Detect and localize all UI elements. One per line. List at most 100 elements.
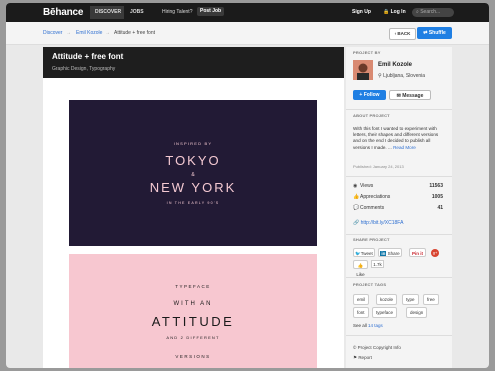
tag[interactable]: type (402, 294, 419, 305)
project-image-attitude[interactable]: TYPEFACE WITH AN ATTITUDE AND 2 DIFFEREN… (69, 254, 317, 368)
post-job-button[interactable]: Post Job (197, 7, 225, 16)
artwork-line-3: ATTITUDE (152, 314, 235, 329)
artwork-line-1: TYPEFACE (175, 284, 211, 289)
copyright-icon: © (353, 345, 357, 350)
plus-icon: + (359, 92, 363, 98)
linkedin-share-button[interactable]: in Share (378, 248, 402, 257)
artwork-line-3: & (191, 172, 195, 178)
copyright-label: Project Copyright Info (357, 345, 401, 350)
short-link-text: http://bit.ly/XC18FA (360, 220, 404, 226)
read-more-link[interactable]: Read More (393, 145, 416, 150)
thumb-icon: 👍 (353, 194, 360, 200)
project-header: Attitude + free font Graphic Design, Typ… (43, 47, 344, 78)
artwork-line-4: AND 2 DIFFERENT (166, 335, 219, 340)
google-plus-icon[interactable]: g+ (431, 249, 439, 257)
like-icon: 👍 (357, 263, 364, 268)
report-link[interactable]: ⚑ Report (353, 355, 372, 361)
location-text: Ljubljana, Slovenia (383, 73, 426, 79)
author-name[interactable]: Emil Kozole (378, 62, 412, 68)
project-subbar: Discover → Emil Kozole → Attitude + free… (6, 22, 489, 45)
log-in-link[interactable]: 🔒 Log In (383, 9, 406, 15)
divider (346, 234, 452, 235)
tweet-button[interactable]: 🐦Tweet (353, 248, 375, 257)
screen-background: Bēhance DISCOVER JOBS Hiring Talent? Pos… (0, 0, 495, 371)
search-input[interactable]: ⌕ Search... (412, 8, 454, 17)
tag[interactable]: kozole (376, 294, 398, 305)
short-link[interactable]: 🔗 http://bit.ly/XC18FA (353, 220, 403, 226)
artwork-line-5: IN THE EARLY 90'S (167, 201, 220, 205)
tag[interactable]: free (423, 294, 439, 305)
tag[interactable]: font (353, 307, 369, 318)
stat-label: Views (360, 183, 374, 189)
see-all-prefix: See all (353, 323, 367, 328)
avatar-image (353, 60, 373, 80)
tag[interactable]: typeface (372, 307, 398, 318)
back-arrow-icon: ‹ (394, 31, 397, 36)
envelope-icon: ✉ (396, 93, 401, 99)
follow-button[interactable]: + Follow (353, 90, 386, 100)
see-all-tags-link[interactable]: 14 tags (368, 323, 383, 328)
shuffle-button[interactable]: ⇄ Shuffle (417, 27, 452, 39)
stat-views: ◉ Views 11563 (353, 183, 443, 189)
tweet-label: Tweet (360, 251, 373, 256)
sign-up-link[interactable]: Sign Up (352, 9, 371, 15)
pinterest-button[interactable]: Pin it (409, 248, 426, 257)
breadcrumb-current: Attitude + free font (114, 30, 155, 36)
see-all-tags: See all 14 tags (353, 323, 383, 328)
search-placeholder: Search... (420, 9, 441, 15)
like-count: 1.7k (371, 260, 384, 268)
stat-label: Appreciations (360, 194, 391, 200)
project-sidebar: PROJECT BY Emil Kozole ⚲ Ljubljana, Slov… (346, 47, 452, 368)
tag[interactable]: design (406, 307, 428, 318)
artwork-line-2: TOKYO (165, 153, 220, 168)
stat-label: Comments (360, 205, 385, 211)
facebook-like-button[interactable]: 👍Like (353, 260, 368, 277)
stat-value: 11563 (429, 183, 443, 189)
project-by-label: PROJECT BY (353, 50, 381, 55)
report-label: Report (358, 355, 372, 360)
project-title: Attitude + free font (52, 52, 124, 61)
artwork-line-2: WITH AN (174, 301, 213, 307)
hiring-talent-label: Hiring Talent? (162, 9, 193, 15)
project-content: Attitude + free font Graphic Design, Typ… (43, 47, 344, 368)
published-date: Published: January 24, 2013 (353, 164, 404, 169)
linkedin-icon: in (380, 251, 387, 256)
stat-value: 1005 (431, 194, 443, 200)
project-tags-label: PROJECT TAGS (353, 282, 387, 287)
log-in-label: Log In (390, 9, 406, 15)
tag[interactable]: emil (353, 294, 370, 305)
divider (346, 176, 452, 177)
link-icon: 🔗 (353, 220, 360, 226)
breadcrumb-separator: → (105, 30, 110, 36)
about-project-text: With this font I wanted to experiment wi… (353, 126, 445, 151)
artwork-line-5: VERSIONS (175, 354, 210, 359)
breadcrumb-author[interactable]: Emil Kozole (76, 30, 102, 36)
artwork-line-1: INSPIRED BY (174, 141, 213, 146)
message-button[interactable]: ✉ Message (389, 90, 431, 100)
stat-appreciations: 👍Appreciations 1005 (353, 194, 443, 200)
message-label: Message (402, 93, 424, 99)
breadcrumb-separator: → (66, 30, 71, 36)
breadcrumb-discover[interactable]: Discover (43, 30, 62, 36)
project-image-tokyo[interactable]: INSPIRED BY TOKYO & NEW YORK IN THE EARL… (69, 100, 317, 246)
share-label: Share (387, 251, 400, 256)
behance-logo[interactable]: Bēhance (43, 7, 83, 18)
shuffle-icon: ⇄ (423, 30, 428, 36)
nav-discover[interactable]: DISCOVER (95, 9, 121, 15)
copyright-info-link[interactable]: © Project Copyright Info (353, 345, 401, 350)
follow-label: Follow (363, 92, 380, 98)
avatar[interactable] (353, 60, 373, 80)
comment-icon: 💬 (353, 205, 360, 211)
share-project-label: SHARE PROJECT (353, 237, 390, 242)
flag-icon: ⚑ (353, 355, 358, 360)
search-icon: ⌕ (416, 9, 419, 15)
browser-window: Bēhance DISCOVER JOBS Hiring Talent? Pos… (6, 3, 489, 368)
divider (346, 335, 452, 336)
back-button[interactable]: ‹ BACK (389, 28, 416, 40)
stat-value: 41 (437, 205, 443, 211)
artwork-line-4: NEW YORK (150, 180, 237, 195)
divider (346, 109, 452, 110)
attitude-artwork: TYPEFACE WITH AN ATTITUDE AND 2 DIFFEREN… (152, 284, 235, 359)
nav-jobs[interactable]: JOBS (130, 9, 144, 15)
top-navigation: Bēhance DISCOVER JOBS Hiring Talent? Pos… (6, 3, 489, 22)
